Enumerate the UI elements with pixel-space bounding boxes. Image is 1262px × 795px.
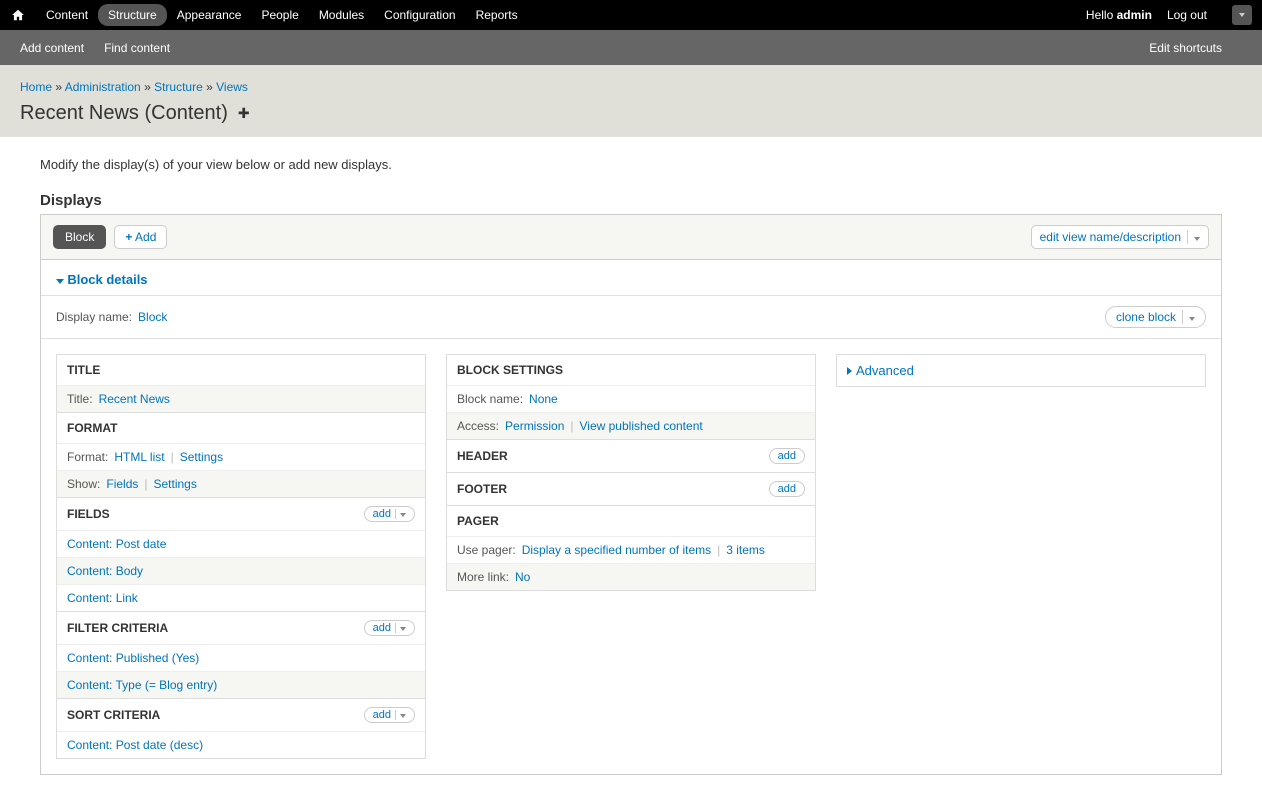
content-area: Modify the display(s) of your view below…	[0, 137, 1262, 795]
shortcut-add-content[interactable]: Add content	[20, 41, 84, 55]
displays-tabs: Block + Add edit view name/description	[41, 215, 1221, 260]
menu-content[interactable]: Content	[36, 4, 98, 26]
edit-shortcuts-link[interactable]: Edit shortcuts	[1149, 41, 1222, 55]
menu-appearance[interactable]: Appearance	[167, 4, 252, 26]
show-row: Show: Fields | Settings	[57, 470, 425, 497]
admin-toolbar: Content Structure Appearance People Modu…	[0, 0, 1262, 30]
field-link[interactable]: Content: Link	[67, 591, 138, 605]
format-row: Format: HTML list | Settings	[57, 443, 425, 470]
field-link[interactable]: Content: Post date	[67, 537, 166, 551]
title-header: TITLE	[57, 355, 425, 385]
columns: TITLE Title: Recent News FORMAT Format: …	[41, 339, 1221, 774]
field-row: Content: Body	[57, 557, 425, 584]
block-details-toggle[interactable]: Block details	[41, 260, 1221, 296]
more-link-value[interactable]: No	[515, 570, 530, 584]
edit-view-name-button[interactable]: edit view name/description	[1031, 225, 1209, 249]
region-header: Home » Administration » Structure » View…	[0, 65, 1262, 137]
show-settings[interactable]: Settings	[154, 477, 197, 491]
toolbar-menu: Content Structure Appearance People Modu…	[36, 4, 528, 26]
tab-add[interactable]: + Add	[114, 225, 167, 249]
sort-link[interactable]: Content: Post date (desc)	[67, 738, 203, 752]
access-row: Access: Permission | View published cont…	[447, 412, 815, 439]
home-icon[interactable]	[10, 7, 26, 23]
access-value[interactable]: Permission	[505, 419, 564, 433]
displays-box: Block + Add edit view name/description B…	[40, 214, 1222, 775]
details-wrapper: Block details Display name: Block clone …	[41, 260, 1221, 774]
shortcut-find-content[interactable]: Find content	[104, 41, 170, 55]
breadcrumb: Home » Administration » Structure » View…	[20, 80, 1242, 94]
field-row: Content: Post date	[57, 530, 425, 557]
menu-modules[interactable]: Modules	[309, 4, 374, 26]
block-settings-header: BLOCK SETTINGS	[447, 355, 815, 385]
bc-structure[interactable]: Structure	[154, 80, 203, 94]
use-pager-value[interactable]: Display a specified number of items	[522, 543, 711, 557]
hello-user: Hello admin	[1086, 8, 1152, 22]
format-header: FORMAT	[57, 412, 425, 443]
access-setting[interactable]: View published content	[580, 419, 703, 433]
clone-block-button[interactable]: clone block	[1105, 306, 1206, 328]
toolbar-right: Hello admin Log out	[1086, 5, 1252, 25]
displays-heading: Displays	[40, 192, 1222, 209]
add-shortcut-icon[interactable]: ✚	[238, 105, 250, 122]
filter-row: Content: Published (Yes)	[57, 644, 425, 671]
intro-text: Modify the display(s) of your view below…	[40, 157, 1222, 172]
shortcut-bar: Add content Find content Edit shortcuts	[0, 30, 1262, 65]
fields-header: FIELDS add	[57, 497, 425, 530]
title-row: Title: Recent News	[57, 385, 425, 412]
page-title: Recent News (Content) ✚	[20, 102, 1242, 125]
footer-header: FOOTER add	[447, 472, 815, 505]
header-add[interactable]: add	[769, 448, 805, 464]
sort-row: Content: Post date (desc)	[57, 731, 425, 758]
logout-link[interactable]: Log out	[1167, 8, 1207, 22]
format-settings[interactable]: Settings	[180, 450, 223, 464]
field-link[interactable]: Content: Body	[67, 564, 143, 578]
format-value[interactable]: HTML list	[114, 450, 164, 464]
filter-link[interactable]: Content: Published (Yes)	[67, 651, 199, 665]
tab-block[interactable]: Block	[53, 225, 106, 249]
pager-header: PAGER	[447, 505, 815, 536]
display-name-value[interactable]: Block	[138, 310, 167, 324]
sort-add[interactable]: add	[364, 707, 415, 723]
fields-add[interactable]: add	[364, 506, 415, 522]
block-name-row: Block name: None	[447, 385, 815, 412]
menu-structure[interactable]: Structure	[98, 4, 167, 26]
footer-add[interactable]: add	[769, 481, 805, 497]
column-2: BLOCK SETTINGS Block name: None Access: …	[446, 354, 816, 591]
title-value[interactable]: Recent News	[99, 392, 170, 406]
field-row: Content: Link	[57, 584, 425, 611]
bc-home[interactable]: Home	[20, 80, 52, 94]
display-name-row: Display name: Block clone block	[41, 296, 1221, 339]
block-name-value[interactable]: None	[529, 392, 558, 406]
menu-configuration[interactable]: Configuration	[374, 4, 465, 26]
filter-header: FILTER CRITERIA add	[57, 611, 425, 644]
use-pager-row: Use pager: Display a specified number of…	[447, 536, 815, 563]
bc-admin[interactable]: Administration	[65, 80, 141, 94]
filter-add[interactable]: add	[364, 620, 415, 636]
use-pager-setting[interactable]: 3 items	[726, 543, 765, 557]
advanced-toggle[interactable]: Advanced	[837, 355, 1205, 386]
display-name-label: Display name:	[56, 310, 132, 324]
bc-views[interactable]: Views	[216, 80, 248, 94]
filter-link[interactable]: Content: Type (= Blog entry)	[67, 678, 217, 692]
drawer-toggle[interactable]	[1232, 5, 1252, 25]
show-value[interactable]: Fields	[106, 477, 138, 491]
column-1: TITLE Title: Recent News FORMAT Format: …	[56, 354, 426, 759]
column-3: Advanced	[836, 354, 1206, 387]
menu-reports[interactable]: Reports	[466, 4, 528, 26]
menu-people[interactable]: People	[251, 4, 308, 26]
sort-header: SORT CRITERIA add	[57, 698, 425, 731]
header-header: HEADER add	[447, 439, 815, 472]
more-link-row: More link: No	[447, 563, 815, 590]
filter-row: Content: Type (= Blog entry)	[57, 671, 425, 698]
